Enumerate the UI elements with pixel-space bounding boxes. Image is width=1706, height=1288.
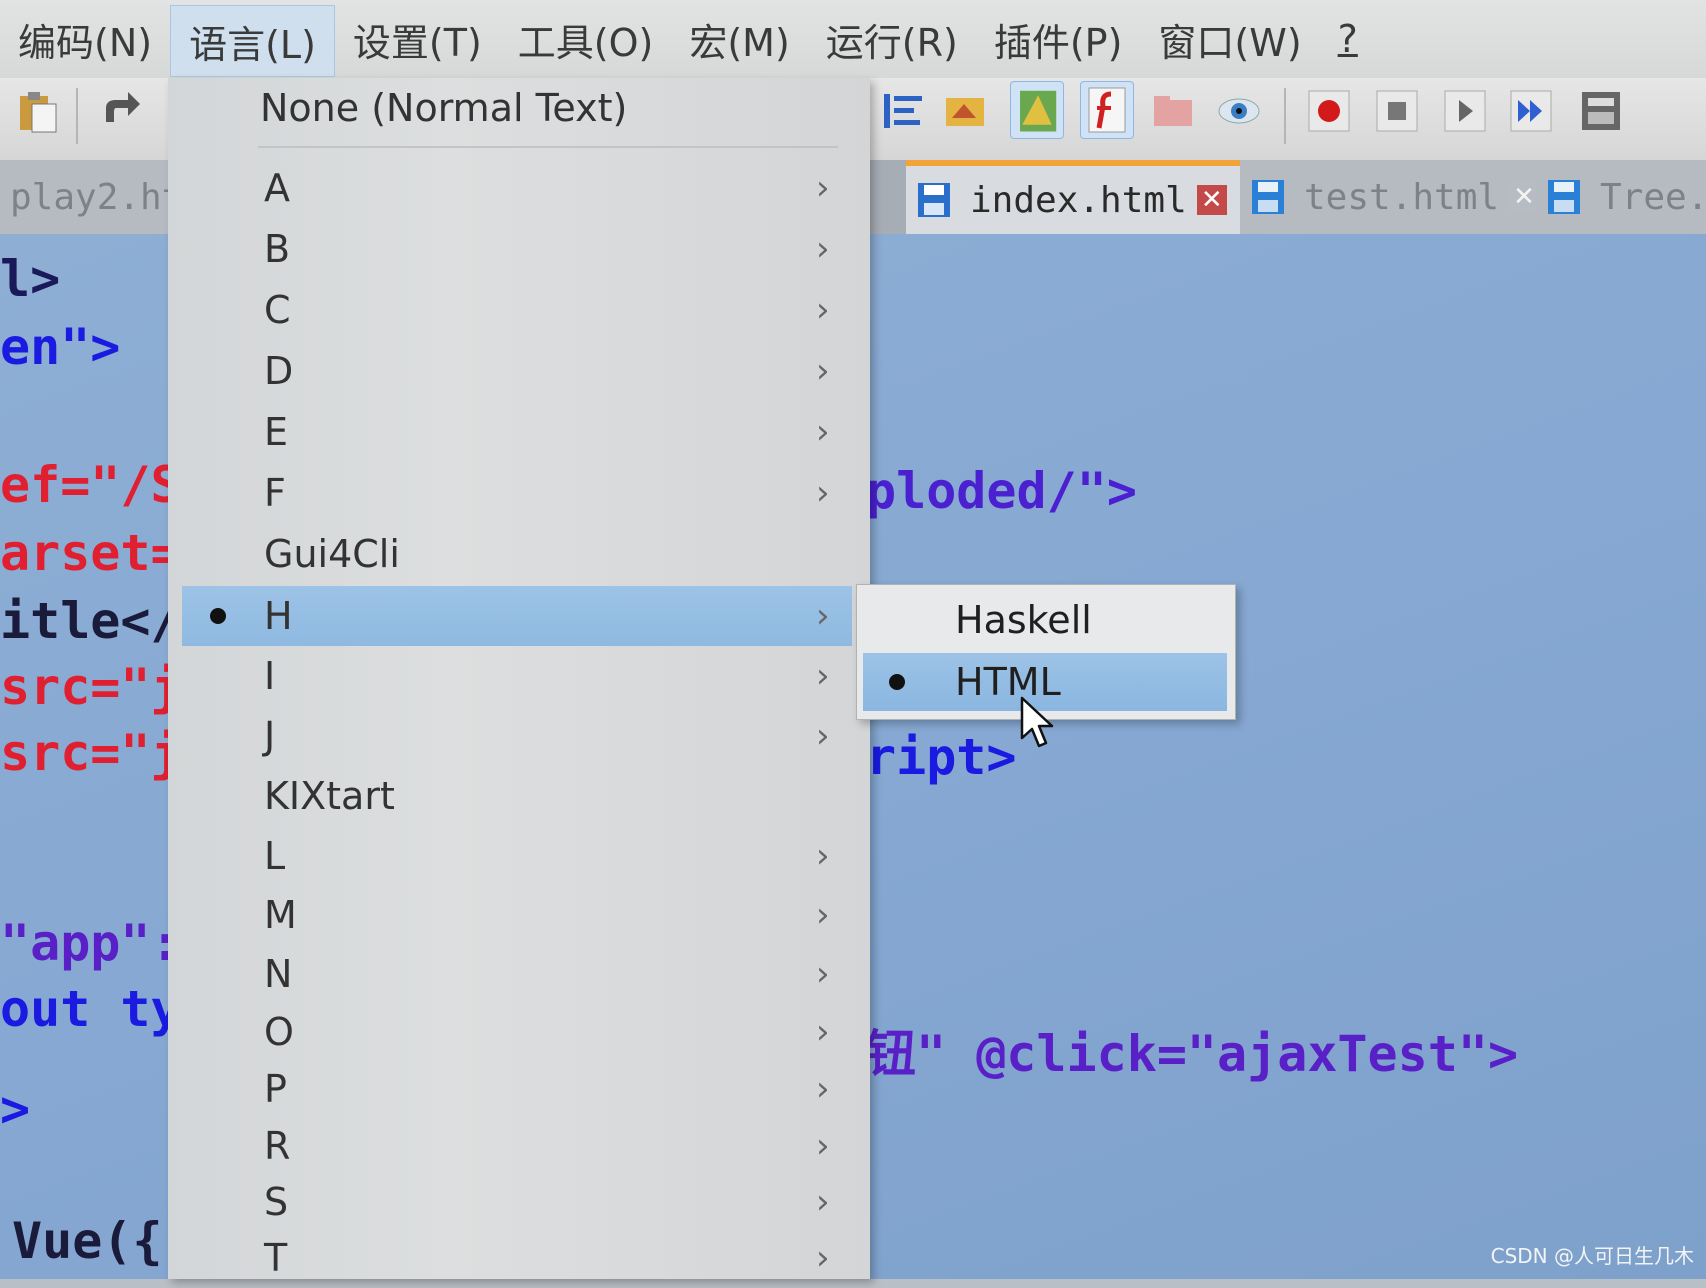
chevron-right-icon: › xyxy=(816,351,830,391)
chevron-right-icon: › xyxy=(816,656,830,696)
toolbar-separator xyxy=(76,88,78,144)
chevron-right-icon: › xyxy=(816,168,830,208)
menubar: 编码(N) 语言(L) 设置(T) 工具(O) 宏(M) 运行(R) 插件(P)… xyxy=(0,0,1706,78)
play-macro-icon[interactable] xyxy=(1442,88,1488,134)
run-macro-multiple-icon[interactable] xyxy=(1508,88,1554,134)
close-tab-icon[interactable]: ✕ xyxy=(1509,182,1540,212)
menu-item-h[interactable]: H › xyxy=(182,586,852,646)
tab-index-html[interactable]: index.html ✕ xyxy=(906,160,1246,234)
menu-plugins[interactable]: 插件(P) xyxy=(976,2,1141,76)
code-line: src="j xyxy=(0,658,181,716)
paste-icon[interactable] xyxy=(14,88,60,134)
save-disk-icon xyxy=(1548,180,1580,214)
menu-item-d[interactable]: D › xyxy=(168,341,852,401)
menu-settings[interactable]: 设置(T) xyxy=(335,2,500,76)
code-line: l> xyxy=(0,250,61,308)
tab-label: test.html xyxy=(1304,176,1500,218)
code-line: Vue({ xyxy=(12,1212,163,1270)
stop-macro-icon[interactable] xyxy=(1374,88,1420,134)
mouse-cursor-icon xyxy=(1020,696,1054,748)
menu-item-n[interactable]: N › xyxy=(168,944,852,1004)
code-line: itle</ xyxy=(0,592,181,650)
chevron-right-icon: › xyxy=(816,229,830,269)
chevron-right-icon: › xyxy=(816,836,830,876)
menu-item-m[interactable]: M › xyxy=(168,885,852,945)
chevron-right-icon: › xyxy=(816,1069,830,1109)
menu-help[interactable]: ? xyxy=(1320,2,1376,76)
menu-item-s[interactable]: S › xyxy=(168,1172,852,1232)
menu-item-kixtart[interactable]: KIXtart xyxy=(168,766,852,826)
document-map-icon[interactable] xyxy=(1010,81,1064,139)
record-macro-icon[interactable] xyxy=(1306,88,1352,134)
menu-encoding[interactable]: 编码(N) xyxy=(0,2,170,76)
menu-item-none-normal-text[interactable]: None (Normal Text) xyxy=(168,78,852,138)
tab-tree[interactable]: Tree. xyxy=(1536,160,1706,234)
chevron-right-icon: › xyxy=(816,895,830,935)
code-line: ploded/"> xyxy=(866,462,1137,520)
menu-item-gui4cli[interactable]: Gui4Cli xyxy=(168,524,852,584)
folder-map-icon[interactable] xyxy=(942,88,988,134)
radio-bullet-icon xyxy=(889,674,905,690)
language-menu: None (Normal Text) A › B › C › D › E › F… xyxy=(168,78,870,1280)
tab-test-html[interactable]: test.html ✕ xyxy=(1240,160,1540,234)
save-disk-icon xyxy=(918,183,950,217)
save-macro-icon[interactable] xyxy=(1578,88,1624,134)
code-line: "app": xyxy=(0,914,181,972)
tab-play2[interactable]: play2.ht xyxy=(0,160,183,234)
menu-item-e[interactable]: E › xyxy=(168,402,852,462)
menu-item-j[interactable]: J › xyxy=(168,706,852,766)
function-list-icon[interactable] xyxy=(1080,81,1134,139)
menu-item-p[interactable]: P › xyxy=(168,1059,852,1119)
code-line: src="j xyxy=(0,724,181,782)
folder-workspace-icon[interactable] xyxy=(1150,88,1196,134)
menu-run[interactable]: 运行(R) xyxy=(808,2,976,76)
menu-item-o[interactable]: O › xyxy=(168,1002,852,1062)
menu-macro[interactable]: 宏(M) xyxy=(671,2,807,76)
code-line: 钮" @click="ajaxTest"> xyxy=(866,1025,1519,1083)
chevron-right-icon: › xyxy=(816,1182,830,1222)
menu-separator xyxy=(258,146,838,148)
indent-guide-icon[interactable] xyxy=(880,88,926,134)
menu-language[interactable]: 语言(L) xyxy=(170,5,335,77)
chevron-right-icon: › xyxy=(816,473,830,513)
menu-item-b[interactable]: B › xyxy=(168,219,852,279)
chevron-right-icon: › xyxy=(816,596,830,636)
redo-icon[interactable] xyxy=(96,88,142,134)
menu-item-l[interactable]: L › xyxy=(168,826,852,886)
tab-label: play2.ht xyxy=(10,176,184,218)
monitoring-eye-icon[interactable] xyxy=(1216,88,1262,134)
code-line: ef="/S xyxy=(0,456,181,514)
code-line: ript> xyxy=(866,728,1017,786)
chevron-right-icon: › xyxy=(816,412,830,452)
code-line: > xyxy=(0,1080,31,1138)
radio-bullet-icon xyxy=(210,608,226,624)
menu-item-c[interactable]: C › xyxy=(168,280,852,340)
save-disk-icon xyxy=(1252,180,1284,214)
menu-item-t[interactable]: T › xyxy=(168,1228,852,1288)
chevron-right-icon: › xyxy=(816,1126,830,1166)
close-tab-icon[interactable]: ✕ xyxy=(1196,185,1227,215)
toolbar-separator xyxy=(1284,88,1286,144)
chevron-right-icon: › xyxy=(816,716,830,756)
chevron-right-icon: › xyxy=(816,1012,830,1052)
menu-item-a[interactable]: A › xyxy=(168,158,852,218)
chevron-right-icon: › xyxy=(816,1238,830,1278)
tab-label: index.html xyxy=(970,179,1187,221)
code-line: en"> xyxy=(0,318,121,376)
watermark: CSDN @人可日生几木 xyxy=(1490,1244,1694,1268)
menu-item-r[interactable]: R › xyxy=(168,1116,852,1176)
tab-label: Tree. xyxy=(1600,176,1706,218)
chevron-right-icon: › xyxy=(816,954,830,994)
chevron-right-icon: › xyxy=(816,290,830,330)
code-line: arset= xyxy=(0,524,181,582)
menu-item-f[interactable]: F › xyxy=(168,463,852,523)
menu-window[interactable]: 窗口(W) xyxy=(1140,2,1319,76)
menu-item-i[interactable]: I › xyxy=(168,646,852,706)
submenu-item-haskell[interactable]: Haskell xyxy=(863,591,1227,649)
menu-tools[interactable]: 工具(O) xyxy=(500,2,672,76)
